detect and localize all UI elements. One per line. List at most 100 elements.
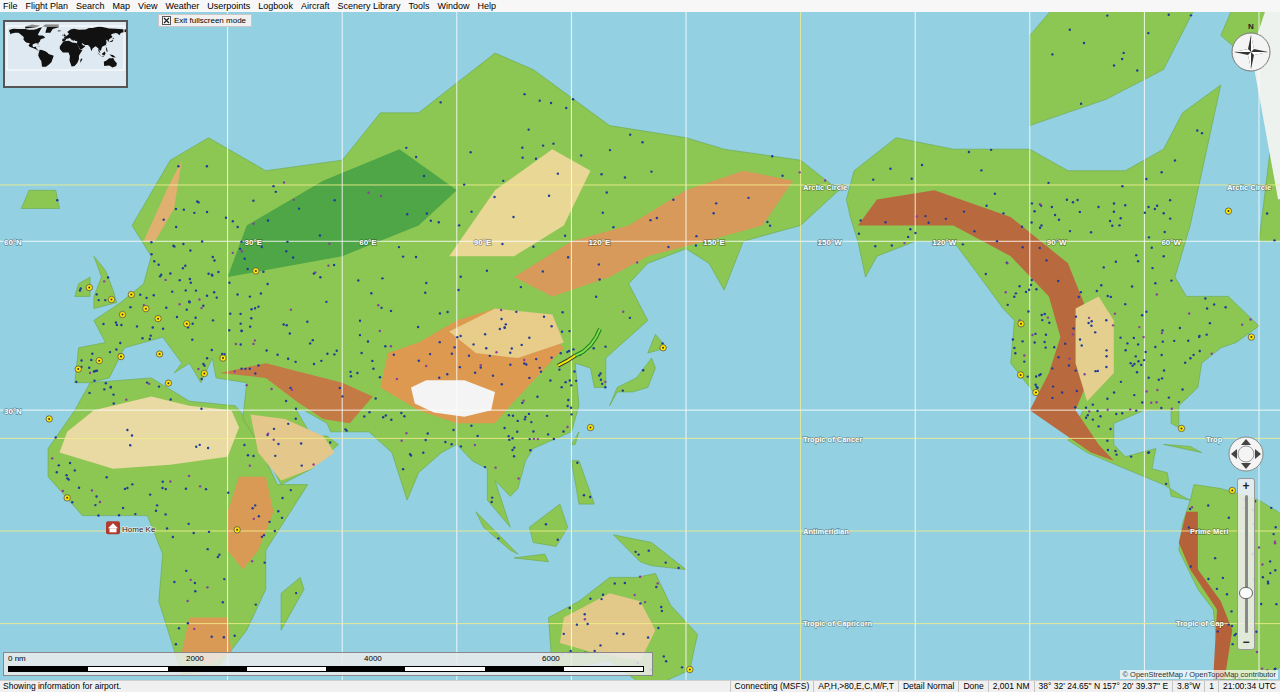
airport-dot[interactable] — [665, 660, 667, 662]
airport-dot[interactable] — [326, 353, 328, 355]
airport-dot[interactable] — [655, 586, 657, 588]
airport-dot[interactable] — [1013, 347, 1015, 349]
airport-dot[interactable] — [1044, 346, 1046, 348]
airport-dot[interactable] — [357, 279, 359, 281]
airport-dot[interactable] — [1164, 231, 1166, 233]
airport-dot[interactable] — [185, 570, 187, 572]
airport-dot[interactable] — [524, 418, 526, 420]
airport-dot[interactable] — [1074, 369, 1076, 371]
airport-dot[interactable] — [1115, 453, 1117, 455]
airport-dot[interactable] — [1066, 199, 1068, 201]
airport-dot[interactable] — [535, 358, 537, 360]
airport-dot[interactable] — [494, 466, 496, 468]
airport-dot[interactable] — [695, 244, 697, 246]
airport-dot[interactable] — [606, 191, 608, 193]
major-airport-icon[interactable] — [1248, 334, 1254, 340]
major-airport-icon[interactable] — [1178, 425, 1184, 431]
airport-dot[interactable] — [573, 370, 575, 372]
airport-dot[interactable] — [1023, 354, 1025, 356]
airport-dot[interactable] — [545, 523, 547, 525]
airport-dot[interactable] — [921, 164, 923, 166]
major-airport-icon[interactable] — [156, 351, 162, 357]
airport-dot[interactable] — [170, 398, 172, 400]
airport-dot[interactable] — [1158, 379, 1160, 381]
airport-dot[interactable] — [616, 632, 618, 634]
major-airport-icon[interactable] — [184, 321, 190, 327]
airport-dot[interactable] — [1168, 396, 1170, 398]
airport-dot[interactable] — [440, 101, 442, 103]
airport-dot[interactable] — [589, 598, 591, 600]
airport-dot[interactable] — [1184, 362, 1186, 364]
airport-dot[interactable] — [1275, 603, 1277, 605]
airport-dot[interactable] — [107, 276, 109, 278]
airport-dot[interactable] — [188, 301, 190, 303]
airport-dot[interactable] — [1260, 603, 1262, 605]
airport-dot[interactable] — [405, 432, 407, 434]
airport-dot[interactable] — [240, 343, 242, 345]
airport-dot[interactable] — [612, 226, 614, 228]
airport-dot[interactable] — [533, 438, 535, 440]
airport-dot[interactable] — [523, 93, 525, 95]
airport-dot[interactable] — [1169, 217, 1171, 219]
airport-dot[interactable] — [1107, 409, 1109, 411]
airport-dot[interactable] — [604, 345, 606, 347]
menu-item[interactable]: View — [135, 0, 162, 12]
airport-dot[interactable] — [517, 477, 519, 479]
airport-dot[interactable] — [1072, 201, 1074, 203]
airport-dot[interactable] — [536, 396, 538, 398]
airport-dot[interactable] — [75, 381, 77, 383]
airport-dot[interactable] — [1133, 337, 1135, 339]
airport-dot[interactable] — [158, 385, 160, 387]
airport-dot[interactable] — [1163, 212, 1165, 214]
airport-dot[interactable] — [285, 250, 287, 252]
airport-dot[interactable] — [74, 469, 76, 471]
airport-dot[interactable] — [312, 339, 314, 341]
airport-dot[interactable] — [1036, 387, 1038, 389]
airport-dot[interactable] — [916, 215, 918, 217]
airport-dot[interactable] — [129, 444, 131, 446]
airport-dot[interactable] — [1107, 449, 1109, 451]
airport-dot[interactable] — [228, 329, 230, 331]
airport-dot[interactable] — [207, 447, 209, 449]
airport-dot[interactable] — [194, 590, 196, 592]
airport-dot[interactable] — [1113, 211, 1115, 213]
airport-dot[interactable] — [285, 324, 287, 326]
airport-dot[interactable] — [149, 493, 151, 495]
airport-dot[interactable] — [290, 308, 292, 310]
airport-dot[interactable] — [1068, 358, 1070, 360]
airport-dot[interactable] — [1178, 401, 1180, 403]
airport-dot[interactable] — [602, 594, 604, 596]
major-airport-icon[interactable] — [155, 315, 161, 321]
airport-dot[interactable] — [1161, 377, 1163, 379]
airport-dot[interactable] — [295, 408, 297, 410]
airport-dot[interactable] — [569, 607, 571, 609]
airport-dot[interactable] — [80, 359, 82, 361]
airport-dot[interactable] — [216, 296, 218, 298]
airport-dot[interactable] — [1165, 483, 1167, 485]
airport-dot[interactable] — [150, 253, 152, 255]
airport-dot[interactable] — [424, 291, 426, 293]
airport-dot[interactable] — [258, 515, 260, 517]
airport-dot[interactable] — [450, 443, 452, 445]
airport-dot[interactable] — [192, 323, 194, 325]
airport-dot[interactable] — [1096, 290, 1098, 292]
airport-dot[interactable] — [379, 376, 381, 378]
airport-dot[interactable] — [798, 171, 800, 173]
major-airport-icon[interactable] — [108, 296, 114, 302]
airport-dot[interactable] — [187, 523, 189, 525]
airport-dot[interactable] — [206, 295, 208, 297]
airport-dot[interactable] — [513, 455, 515, 457]
airport-dot[interactable] — [924, 215, 926, 217]
airport-dot[interactable] — [1154, 208, 1156, 210]
airport-dot[interactable] — [429, 353, 431, 355]
airport-dot[interactable] — [298, 207, 300, 209]
airport-dot[interactable] — [1241, 323, 1243, 325]
airport-dot[interactable] — [187, 622, 189, 624]
airport-dot[interactable] — [563, 633, 565, 635]
airport-dot[interactable] — [249, 325, 251, 327]
airport-dot[interactable] — [580, 154, 582, 156]
airport-dot[interactable] — [1092, 418, 1094, 420]
airport-dot[interactable] — [110, 386, 112, 388]
airport-dot[interactable] — [1002, 212, 1004, 214]
airport-dot[interactable] — [1023, 360, 1025, 362]
